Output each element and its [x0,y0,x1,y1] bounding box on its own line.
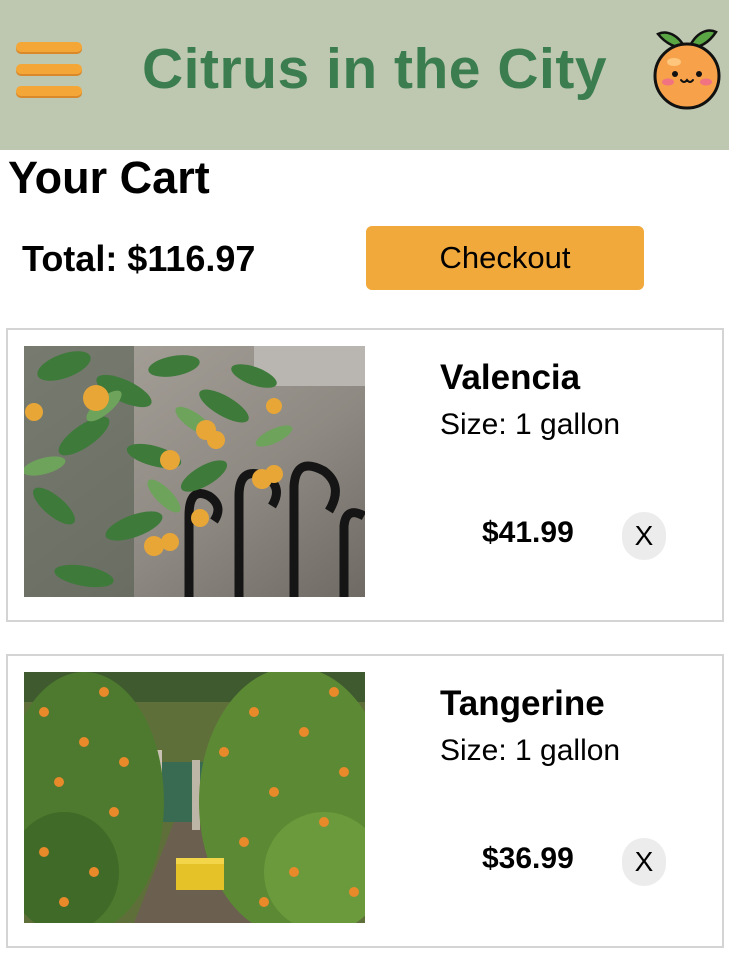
site-title: Citrus in the City [142,37,608,101]
cart-total: Total: $116.97 [22,238,256,279]
page-title: Your Cart [8,152,210,203]
menu-bar [16,86,82,96]
cart-item: Tangerine Size: 1 gallon $36.99 X [6,654,724,948]
hamburger-menu-icon[interactable] [16,42,84,102]
item-size: Size: 1 gallon [440,408,621,441]
item-size: Size: 1 gallon [440,734,621,767]
app-header: Citrus in the City [0,0,729,150]
item-price: $41.99 [482,516,574,549]
checkout-button[interactable]: Checkout [366,226,644,290]
menu-bar [16,42,82,52]
remove-item-button[interactable]: X [622,838,666,886]
tangerine-grove-photo [24,672,365,923]
kawaii-orange-logo-icon[interactable] [648,20,726,110]
item-name: Valencia [440,358,581,397]
item-name: Tangerine [440,684,605,723]
remove-item-button[interactable]: X [622,512,666,560]
valencia-orange-tree-photo [24,346,365,597]
menu-bar [16,64,82,74]
cart-item: Valencia Size: 1 gallon $41.99 X [6,328,724,622]
item-price: $36.99 [482,842,574,875]
